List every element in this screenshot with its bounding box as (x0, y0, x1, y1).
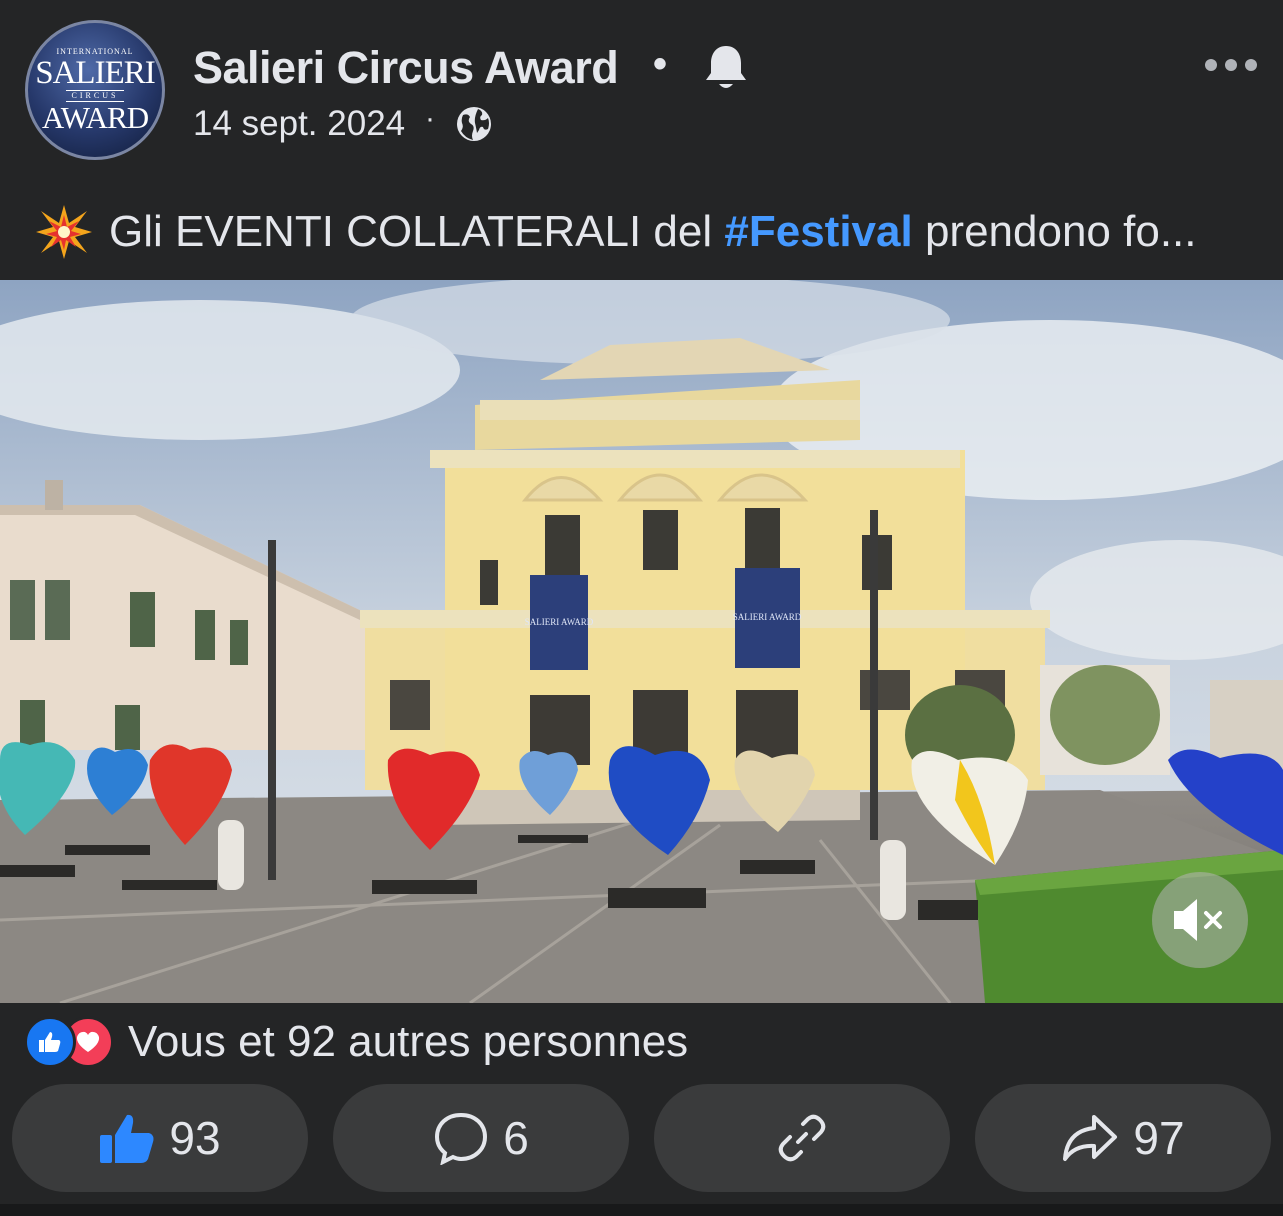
page-name[interactable]: Salieri Circus Award (193, 42, 619, 94)
avatar-line-2: SALIERI (35, 54, 155, 91)
banner-text-right: SALIERI AWARD (733, 612, 802, 622)
caption-text-end: prendono fo... (912, 207, 1197, 256)
comment-icon (435, 1112, 488, 1165)
caption-text-start: Gli EVENTI COLLATERALI del (109, 207, 725, 256)
copy-link-button[interactable] (654, 1084, 950, 1192)
post-actions-bar: 93 6 97 (0, 1084, 1283, 1192)
name-separator: • (653, 42, 668, 86)
bell-icon[interactable] (702, 42, 750, 94)
bottom-divider (0, 1204, 1283, 1216)
like-button[interactable]: 93 (12, 1084, 308, 1192)
reactions-text: Vous et 92 autres personnes (128, 1017, 689, 1066)
post-header: INTERNATIONAL SALIERI CIRCUS AWARD Salie… (0, 0, 1283, 180)
speaker-muted-icon (1174, 899, 1222, 941)
globe-icon (457, 107, 491, 141)
post-caption[interactable]: Gli EVENTI COLLATERALI del #Festival pre… (35, 202, 1255, 262)
thumbs-up-icon (100, 1114, 154, 1163)
like-count: 93 (169, 1112, 221, 1164)
meta-separator: · (425, 102, 435, 135)
link-icon (778, 1114, 826, 1162)
share-arrow-icon (1063, 1115, 1118, 1161)
comment-button[interactable]: 6 (333, 1084, 629, 1192)
like-reaction-icon (24, 1016, 76, 1068)
video-frame-image: SALIERI AWARD SALIERI AWARD (0, 280, 1283, 1003)
post-date[interactable]: 14 sept. 2024 (193, 104, 405, 144)
mute-button[interactable] (1152, 872, 1248, 968)
banner-text-left: SALIERI AWARD (525, 617, 594, 627)
caption-hashtag[interactable]: #Festival (724, 207, 912, 257)
share-count: 97 (1133, 1112, 1185, 1164)
avatar-line-4: AWARD (41, 99, 149, 135)
comment-count: 6 (503, 1112, 529, 1164)
post-video[interactable]: SALIERI AWARD SALIERI AWARD (0, 280, 1283, 1003)
more-options-icon[interactable] (1203, 52, 1259, 78)
page-avatar[interactable]: INTERNATIONAL SALIERI CIRCUS AWARD (25, 20, 165, 160)
reactions-summary[interactable]: Vous et 92 autres personnes (24, 1016, 688, 1068)
collision-emoji-icon (36, 205, 92, 259)
share-button[interactable]: 97 (975, 1084, 1271, 1192)
